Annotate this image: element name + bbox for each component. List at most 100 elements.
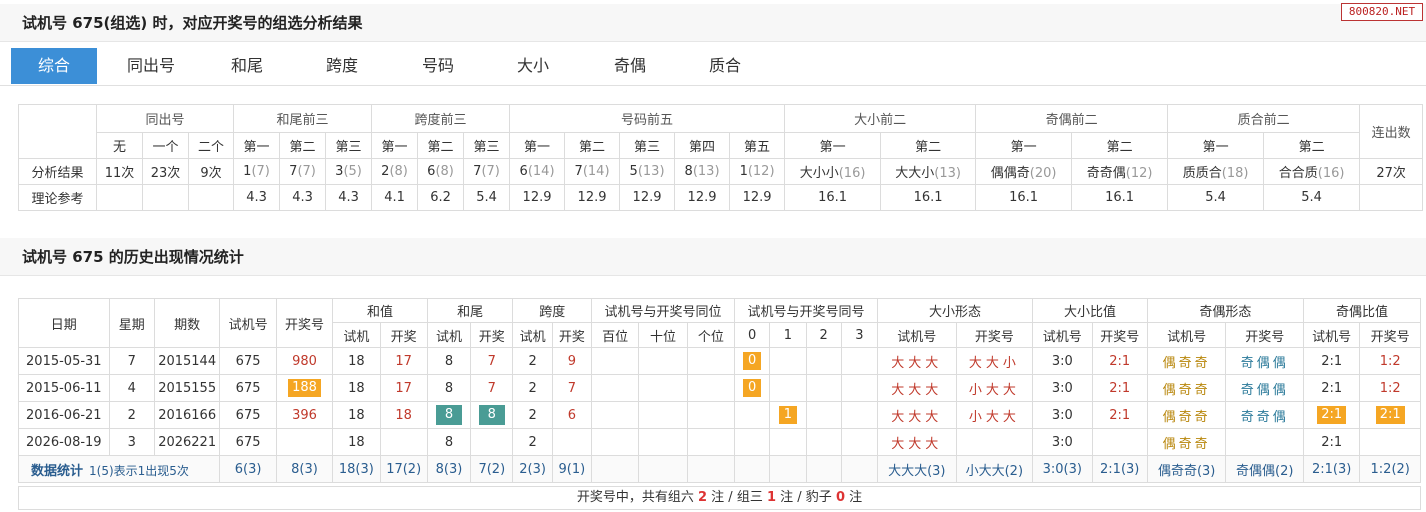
result-count: (13) bbox=[637, 164, 665, 179]
sub-header: 第二 bbox=[880, 132, 977, 159]
row-label: 理论参考 bbox=[18, 184, 97, 211]
sub-header: 试机 bbox=[426, 322, 472, 348]
sub-header: 2 bbox=[805, 322, 842, 348]
tab-odd-even[interactable]: 奇偶 bbox=[587, 48, 673, 84]
reference-cell: 12.9 bbox=[619, 184, 676, 211]
tab-numbers[interactable]: 号码 bbox=[395, 48, 481, 84]
stats-cell: 17(2) bbox=[379, 455, 428, 483]
empty-cell bbox=[840, 347, 879, 375]
cell-dx_o: 小大大 bbox=[955, 374, 1034, 402]
stats-cell: 大大大(3) bbox=[877, 455, 957, 483]
group-header: 跨度 bbox=[512, 298, 592, 323]
cell-jor_o: 2:1 bbox=[1359, 401, 1421, 429]
stats-cell bbox=[734, 455, 771, 483]
result-cell: 7(7) bbox=[463, 158, 511, 185]
cell-sum_o: 17 bbox=[379, 347, 428, 375]
reference-cell: 6.2 bbox=[417, 184, 465, 211]
empty-cell bbox=[769, 347, 807, 375]
row-label: 分析结果 bbox=[18, 158, 97, 185]
sub-header: 第一 bbox=[784, 132, 882, 159]
cell-issue: 2015155 bbox=[153, 374, 221, 402]
sub-header: 第四 bbox=[674, 132, 731, 159]
highlight-badge: 2:1 bbox=[1375, 406, 1405, 424]
tab-bar: 综合 同出号 和尾 跨度 号码 大小 奇偶 质合 bbox=[0, 46, 1426, 86]
highlight-badge: 1 bbox=[778, 406, 797, 424]
result-cell: 7(7) bbox=[279, 158, 327, 185]
cell-jo_o: 奇偶偶 bbox=[1225, 347, 1304, 375]
empty-cell bbox=[590, 401, 640, 429]
tab-big-small[interactable]: 大小 bbox=[490, 48, 576, 84]
section-title-analysis: 试机号 675(组选) 时，对应开奖号的组选分析结果 bbox=[22, 14, 363, 32]
tab-overview[interactable]: 综合 bbox=[11, 48, 97, 84]
sub-header: 第二 bbox=[1263, 132, 1361, 159]
sub-header: 第二 bbox=[417, 132, 465, 159]
cell-jor_t: 2:1 bbox=[1302, 401, 1361, 429]
sub-header: 第一 bbox=[371, 132, 419, 159]
cell-jo_t: 偶奇奇 bbox=[1146, 428, 1227, 456]
result-value: 合合质 bbox=[1278, 166, 1318, 181]
stats-cell: 18(3) bbox=[332, 455, 381, 483]
reference-cell: 4.3 bbox=[325, 184, 373, 211]
group-header: 和值 bbox=[332, 298, 428, 323]
sub-header: 第一 bbox=[975, 132, 1073, 159]
stats-cell: 6(3) bbox=[219, 455, 277, 483]
cell-dxr_t: 3:0 bbox=[1032, 374, 1093, 402]
cell-tail_o bbox=[470, 428, 514, 456]
cell-week: 4 bbox=[108, 374, 155, 402]
empty-cell bbox=[805, 374, 842, 402]
sub-header: 试机号 bbox=[1032, 322, 1093, 348]
summary-text: 注 / 豹子 bbox=[776, 490, 836, 505]
cell-test: 675 bbox=[219, 428, 277, 456]
cell-open: 188 bbox=[275, 374, 334, 402]
cell-dxr_o: 2:1 bbox=[1091, 347, 1148, 375]
result-value: 大大小 bbox=[895, 166, 935, 181]
tab-same-numbers[interactable]: 同出号 bbox=[108, 48, 194, 84]
tab-prime-composite[interactable]: 质合 bbox=[682, 48, 768, 84]
result-cell: 7(14) bbox=[564, 158, 621, 185]
cell-span_o: 6 bbox=[551, 401, 593, 429]
cell-dxr_t: 3:0 bbox=[1032, 428, 1093, 456]
sub-header: 第五 bbox=[729, 132, 786, 159]
cell-dx_o: 大大小 bbox=[955, 347, 1034, 375]
result-value: 大小小 bbox=[799, 166, 839, 181]
empty-cell bbox=[805, 347, 842, 375]
cell-date: 2015-06-11 bbox=[18, 374, 110, 402]
empty-cell bbox=[840, 401, 879, 429]
stats-cell: 1:2(2) bbox=[1359, 455, 1421, 483]
sub-header: 开奖 bbox=[379, 322, 428, 348]
summary-line: 开奖号中，共有组六 2 注 / 组三 1 注 / 豹子 0 注 bbox=[18, 486, 1421, 510]
cell-same: 1 bbox=[769, 401, 807, 429]
empty-cell bbox=[638, 374, 688, 402]
result-cell: 1(12) bbox=[729, 158, 786, 185]
reference-cell: 5.4 bbox=[1167, 184, 1265, 211]
table-row: 2026-08-19 3 2026221 675 18 8 2 大大大 3:0 偶奇奇 2:1 bbox=[18, 428, 1421, 456]
sub-header: 1 bbox=[769, 322, 807, 348]
table-row: 2015-06-11 4 2015155 675 188 18 17 8 7 2 7 0 大大大 小大大 3… bbox=[18, 374, 1421, 402]
result-cell: 9次 bbox=[187, 158, 235, 185]
cell-week: 3 bbox=[108, 428, 155, 456]
result-cell: 6(14) bbox=[509, 158, 566, 185]
empty-cell bbox=[686, 401, 736, 429]
cell-tail_t: 8 bbox=[426, 374, 472, 402]
cell-dxr_o bbox=[1091, 428, 1148, 456]
cell-dx_o bbox=[955, 428, 1034, 456]
sub-header: 试机号 bbox=[1146, 322, 1227, 348]
result-value: 1 bbox=[739, 164, 748, 179]
tab-span[interactable]: 跨度 bbox=[299, 48, 385, 84]
sub-header: 开奖号 bbox=[1359, 322, 1421, 348]
cell-text: 奇偶偶 bbox=[1240, 382, 1289, 398]
tab-sum-tail[interactable]: 和尾 bbox=[204, 48, 290, 84]
analysis-table: 同出号 和尾前三 跨度前三 号码前五 大小前二 奇偶前二 质合前二 连出数 无一… bbox=[18, 104, 1424, 211]
reference-cell: 5.4 bbox=[1263, 184, 1361, 211]
result-count: (13) bbox=[934, 166, 961, 181]
result-value: 5 bbox=[629, 164, 638, 179]
cell-tail_o: 7 bbox=[470, 374, 514, 402]
result-cell: 大大小(13) bbox=[880, 158, 977, 185]
sub-header: 第三 bbox=[325, 132, 373, 159]
cell-text: 偶奇奇 bbox=[1162, 436, 1211, 452]
cell-text: 小大大 bbox=[968, 409, 1020, 425]
result-count: (13) bbox=[692, 164, 720, 179]
reference-cell: 16.1 bbox=[975, 184, 1073, 211]
result-cell: 偶偶奇(20) bbox=[975, 158, 1073, 185]
stats-cell bbox=[840, 455, 879, 483]
